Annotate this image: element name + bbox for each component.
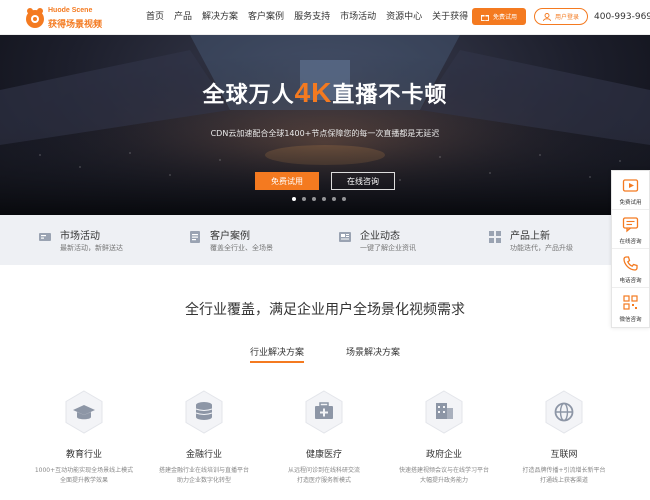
float-label: 电话咨询 [619, 278, 642, 284]
phone-icon [623, 256, 638, 271]
quick-link-desc: 功能迭代，产品升级 [510, 244, 573, 252]
industry-card-government[interactable]: 政府企业 快速搭建视频会议与在线学习平台 大幅提升政务能力 [379, 390, 509, 500]
nav-item-support[interactable]: 服务支持 [294, 0, 330, 35]
industry-desc-line: 打通线上获客渠道 [539, 477, 588, 484]
carousel-dot[interactable] [312, 197, 316, 201]
industry-card-healthcare[interactable]: 健康医疗 从远程问诊到在线科研交流 打造医疗服务新模式 [259, 390, 389, 500]
top-header: Huode Scene 获得场景视频 首页 产品 解决方案 客户案例 服务支持 … [0, 0, 650, 35]
quick-link-title: 市场活动 [60, 231, 100, 242]
hero-subtitle: CDN云加速配合全球1400+节点保障您的每一次直播都是无延迟 [210, 129, 440, 138]
floating-contact-toolbar: 免费试用 在线咨询 电话咨询 微信咨询 [611, 170, 650, 328]
nav-item-cases[interactable]: 客户案例 [248, 0, 284, 35]
industry-name: 金融行业 [185, 450, 222, 460]
hero-title-highlight: 4K [294, 77, 333, 108]
nav-item-resources[interactable]: 资源中心 [386, 0, 422, 35]
page: Huode Scene 获得场景视频 首页 产品 解决方案 客户案例 服务支持 … [0, 0, 650, 500]
building-icon [425, 390, 463, 434]
market-icon [39, 233, 51, 241]
main-nav: 首页 产品 解决方案 客户案例 服务支持 市场活动 资源中心 关于获得 [146, 0, 478, 35]
solution-tabs: 行业解决方案 场景解决方案 [0, 345, 650, 363]
nav-item-home[interactable]: 首页 [146, 0, 164, 35]
industry-desc: 搭建金融行业在线培训与直播平台 助力企业数字化转型 [139, 466, 269, 486]
industry-desc-line: 助力企业数字化转型 [176, 477, 231, 484]
nav-item-solutions[interactable]: 解决方案 [202, 0, 238, 35]
nav-item-products[interactable]: 产品 [174, 0, 192, 35]
carousel-dot[interactable] [332, 197, 336, 201]
industry-name: 互联网 [550, 450, 578, 460]
industry-desc-line: 打造品牌传播+引流增长新平台 [522, 467, 606, 474]
carousel-dot[interactable] [292, 197, 296, 201]
hero-title-pre: 全球万人 [202, 83, 295, 108]
industry-desc-line: 从远程问诊到在线科研交流 [287, 467, 360, 474]
hero-title-post: 直播不卡顿 [332, 83, 448, 108]
logo-mark-icon [26, 8, 44, 28]
industry-name: 健康医疗 [305, 450, 342, 460]
quick-links-bar: 市场活动 最新活动，新鲜送达 客户案例 覆盖全行业、全场景 企业动态 一键了解企… [0, 215, 650, 265]
product-icon [489, 231, 501, 243]
industry-card-internet[interactable]: 互联网 打造品牌传播+引流增长新平台 打通线上获客渠道 [499, 390, 629, 500]
chat-icon [622, 217, 639, 233]
medical-kit-icon [305, 390, 343, 434]
hero-trial-button[interactable]: 免费试用 [255, 172, 319, 190]
industry-desc-line: 1000+互动功能实现全场景线上模式 [34, 467, 134, 474]
industry-desc-line: 搭建金融行业在线培训与直播平台 [158, 467, 249, 474]
industry-desc: 1000+互动功能实现全场景线上模式 全面提升教学效果 [19, 466, 149, 486]
header-login-button[interactable]: 用户登录 [534, 8, 588, 25]
nav-item-about[interactable]: 关于获得 [432, 0, 468, 35]
float-trial-button[interactable]: 免费试用 [612, 171, 649, 210]
industry-desc-line: 快速搭建视频会议与在线学习平台 [398, 467, 489, 474]
gift-icon [480, 14, 489, 21]
hero-title: 全球万人4K直播不卡顿 [0, 77, 650, 109]
float-wechat-button[interactable]: 微信咨询 [612, 288, 649, 327]
hero-banner: 全球万人4K直播不卡顿 CDN云加速配合全球1400+节点保障您的每一次直播都是… [0, 35, 650, 215]
nav-item-events[interactable]: 市场活动 [340, 0, 376, 35]
float-label: 微信咨询 [619, 317, 642, 323]
logo[interactable]: Huode Scene 获得场景视频 [24, 5, 104, 31]
float-label: 免费试用 [619, 200, 642, 206]
header-phone: 400-993-9696 [594, 12, 650, 22]
industry-card-education[interactable]: 教育行业 1000+互动功能实现全场景线上模式 全面提升教学效果 [19, 390, 149, 500]
quick-link-title: 客户案例 [210, 231, 250, 242]
quick-link-desc: 一键了解企业资讯 [360, 244, 416, 252]
qrcode-icon [623, 295, 638, 310]
header-trial-button[interactable]: 免费试用 [472, 8, 526, 25]
carousel-dot[interactable] [322, 197, 326, 201]
industry-desc-line: 全面提升教学效果 [59, 477, 108, 484]
industry-card-finance[interactable]: 金融行业 搭建金融行业在线培训与直播平台 助力企业数字化转型 [139, 390, 269, 500]
float-phone-button[interactable]: 电话咨询 [612, 249, 649, 288]
industry-desc: 从远程问诊到在线科研交流 打造医疗服务新模式 [259, 466, 389, 486]
video-icon [622, 179, 639, 192]
quick-link-desc: 最新活动，新鲜送达 [60, 244, 123, 252]
quick-link-title: 产品上新 [510, 231, 550, 242]
industry-desc-line: 打造医疗服务新模式 [296, 477, 351, 484]
carousel-dots [292, 197, 346, 201]
concert-stage-image [0, 35, 650, 215]
graduation-cap-icon [65, 390, 103, 434]
carousel-dot[interactable] [342, 197, 346, 201]
logo-text-en: Huode Scene [48, 7, 93, 14]
case-icon [190, 231, 200, 243]
user-icon [543, 12, 551, 21]
industry-name: 政府企业 [425, 450, 462, 460]
header-trial-label: 免费试用 [492, 14, 517, 21]
news-icon [339, 232, 351, 242]
header-login-label: 用户登录 [554, 14, 579, 21]
industry-desc: 快速搭建视频会议与在线学习平台 大幅提升政务能力 [379, 466, 509, 486]
quick-link-title: 企业动态 [360, 231, 400, 242]
industry-desc-line: 大幅提升政务能力 [419, 477, 468, 484]
tab-scenario-solutions[interactable]: 场景解决方案 [346, 345, 400, 358]
float-label: 在线咨询 [619, 239, 642, 245]
float-consult-button[interactable]: 在线咨询 [612, 210, 649, 249]
logo-text-cn: 获得场景视频 [48, 20, 103, 30]
industry-name: 教育行业 [65, 450, 102, 460]
hero-consult-button[interactable]: 在线咨询 [331, 172, 395, 190]
section-title: 全行业覆盖，满足企业用户全场景化视频需求 [185, 302, 465, 318]
tab-industry-solutions[interactable]: 行业解决方案 [250, 345, 305, 363]
industry-desc: 打造品牌传播+引流增长新平台 打通线上获客渠道 [499, 466, 629, 486]
quick-link-desc: 覆盖全行业、全场景 [210, 244, 273, 252]
globe-icon [545, 390, 583, 434]
carousel-dot[interactable] [302, 197, 306, 201]
coins-icon [185, 390, 223, 434]
